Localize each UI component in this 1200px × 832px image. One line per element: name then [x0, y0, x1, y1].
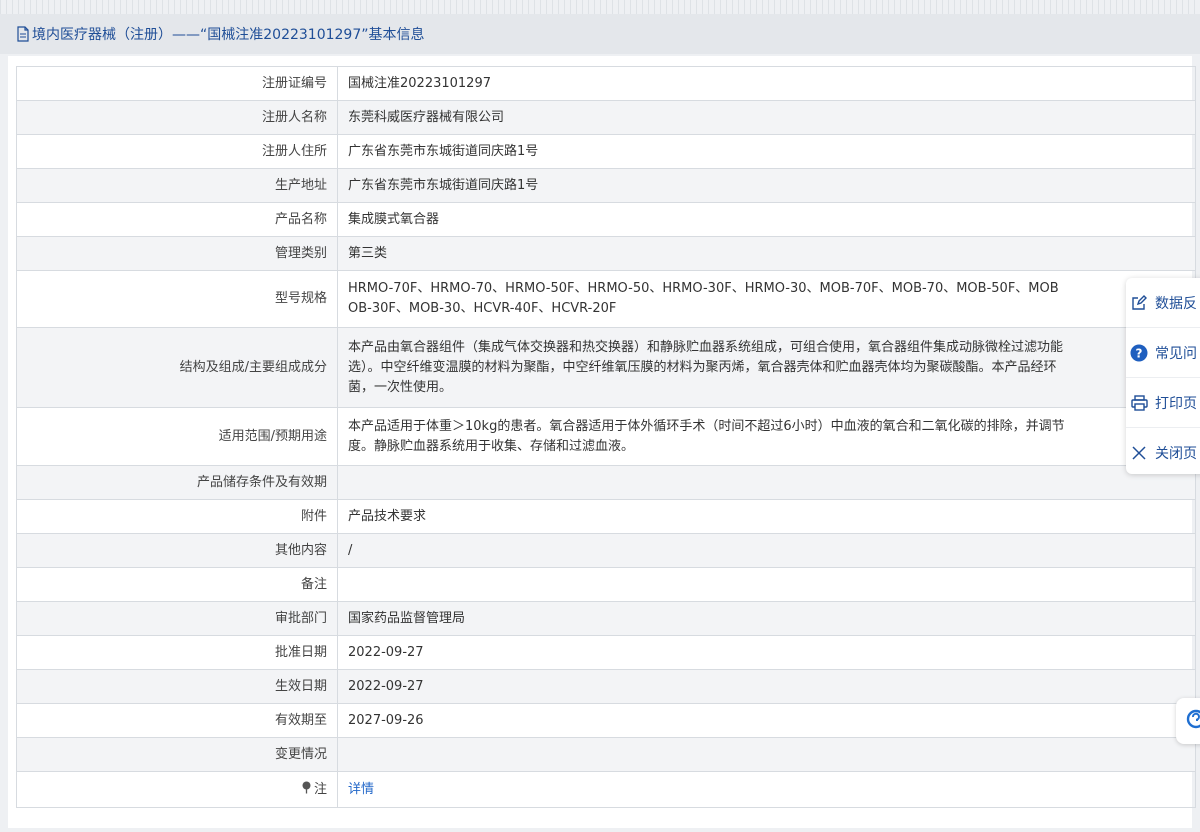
- field-value: [337, 737, 1196, 772]
- field-label: 有效期至: [16, 703, 338, 738]
- field-value: 2022-09-27: [337, 635, 1196, 670]
- close-page-label: 关闭页: [1155, 445, 1197, 462]
- table-row: 生产地址 广东省东莞市东城街道同庆路1号: [16, 168, 1196, 203]
- field-value: 广东省东莞市东城街道同庆路1号: [337, 134, 1196, 169]
- table-row: 结构及组成/主要组成成分 本产品由氧合器组件（集成气体交换器和热交换器）和静脉贮…: [16, 327, 1196, 408]
- field-value: 国家药品监督管理局: [337, 601, 1196, 636]
- info-table: 注册证编号 国械注准20223101297 注册人名称 东莞科威医疗器械有限公司…: [16, 66, 1196, 808]
- table-row: 产品储存条件及有效期: [16, 465, 1196, 500]
- table-row: 生效日期 2022-09-27: [16, 669, 1196, 704]
- field-label: 变更情况: [16, 737, 338, 772]
- table-row: 附件 产品技术要求: [16, 499, 1196, 534]
- table-row: 注 详情: [16, 771, 1196, 808]
- field-label: 产品名称: [16, 202, 338, 237]
- table-row: 审批部门 国家药品监督管理局: [16, 601, 1196, 636]
- close-icon: [1130, 444, 1148, 462]
- field-label: 注册人名称: [16, 100, 338, 135]
- document-icon: [16, 26, 30, 42]
- field-label: 适用范围/预期用途: [16, 407, 338, 466]
- field-label: 产品储存条件及有效期: [16, 465, 338, 500]
- close-page-button[interactable]: 关闭页: [1126, 428, 1200, 474]
- help-icon: ?: [1130, 344, 1148, 362]
- field-value: 国械注准20223101297: [337, 66, 1196, 101]
- value-line: 度。静脉贮血器系统用于收集、存储和过滤血液。: [348, 438, 635, 454]
- field-label: 型号规格: [16, 270, 338, 328]
- field-value: HRMO-70F、HRMO-70、HRMO-50F、HRMO-50、HRMO-3…: [337, 270, 1196, 328]
- info-panel: 注册证编号 国械注准20223101297 注册人名称 东莞科威医疗器械有限公司…: [8, 56, 1196, 828]
- field-value: 广东省东莞市东城街道同庆路1号: [337, 168, 1196, 203]
- table-row: 注册人名称 东莞科威医疗器械有限公司: [16, 100, 1196, 135]
- value-line: HRMO-70F、HRMO-70、HRMO-50F、HRMO-50、HRMO-3…: [348, 281, 1059, 296]
- field-value: [337, 465, 1196, 500]
- table-row: 其他内容 /: [16, 533, 1196, 568]
- value-line: 菌，一次性使用。: [348, 379, 453, 395]
- field-value: 第三类: [337, 236, 1196, 271]
- value-line: 本产品适用于体重＞10kg的患者。氧合器适用于体外循环手术（时间不超过6小时）中…: [348, 418, 1065, 434]
- note-label: 注: [313, 781, 327, 797]
- svg-text:?: ?: [1136, 346, 1143, 360]
- field-value: /: [337, 533, 1196, 568]
- field-value: 东莞科威医疗器械有限公司: [337, 100, 1196, 135]
- value-line: 选）。中空纤维变温膜的材料为聚酯，中空纤维氧压膜的材料为聚丙烯，氧合器壳体和贮血…: [348, 359, 1057, 375]
- field-label: 生效日期: [16, 669, 338, 704]
- table-row: 型号规格 HRMO-70F、HRMO-70、HRMO-50F、HRMO-50、H…: [16, 270, 1196, 328]
- print-button[interactable]: 打印页: [1126, 378, 1200, 428]
- page-title: 境内医疗器械（注册）——“国械注准20223101297”基本信息: [32, 27, 425, 43]
- pin-icon: [301, 781, 312, 794]
- page-header: 境内医疗器械（注册）——“国械注准20223101297”基本信息: [0, 14, 1200, 54]
- floating-action-menu: 数据反 ? 常见问 打印页 关闭页: [1126, 278, 1200, 474]
- faq-button[interactable]: ? 常见问: [1126, 328, 1200, 378]
- feedback-label: 数据反: [1155, 295, 1197, 312]
- field-value: 本产品由氧合器组件（集成气体交换器和热交换器）和静脉贮血器系统组成，可组合使用，…: [337, 327, 1196, 408]
- field-label: 审批部门: [16, 601, 338, 636]
- table-row: 适用范围/预期用途 本产品适用于体重＞10kg的患者。氧合器适用于体外循环手术（…: [16, 407, 1196, 466]
- faq-label: 常见问: [1155, 345, 1197, 362]
- edit-icon: [1130, 294, 1148, 312]
- field-label: 生产地址: [16, 168, 338, 203]
- field-value: 2022-09-27: [337, 669, 1196, 704]
- print-label: 打印页: [1155, 395, 1197, 412]
- feedback-button[interactable]: 数据反: [1126, 278, 1200, 328]
- field-label: 注: [16, 771, 338, 808]
- field-label: 备注: [16, 567, 338, 602]
- details-link[interactable]: 详情: [348, 782, 374, 797]
- field-value: [337, 567, 1196, 602]
- field-label: 结构及组成/主要组成成分: [16, 327, 338, 408]
- value-line: 本产品由氧合器组件（集成气体交换器和热交换器）和静脉贮血器系统组成，可组合使用，…: [348, 339, 1064, 355]
- table-row: 有效期至 2027-09-26: [16, 703, 1196, 738]
- field-value: 详情: [337, 771, 1196, 808]
- field-value: 产品技术要求: [337, 499, 1196, 534]
- field-label: 批准日期: [16, 635, 338, 670]
- field-label: 注册证编号: [16, 66, 338, 101]
- field-value: 集成膜式氧合器: [337, 202, 1196, 237]
- print-icon: [1130, 394, 1148, 412]
- table-row: 注册人住所 广东省东莞市东城街道同庆路1号: [16, 134, 1196, 169]
- table-row: 批准日期 2022-09-27: [16, 635, 1196, 670]
- field-value: 本产品适用于体重＞10kg的患者。氧合器适用于体外循环手术（时间不超过6小时）中…: [337, 407, 1196, 466]
- field-label: 附件: [16, 499, 338, 534]
- field-label: 注册人住所: [16, 134, 338, 169]
- value-line: OB-30F、MOB-30、HCVR-40F、HCVR-20F: [348, 301, 617, 316]
- table-row: 变更情况: [16, 737, 1196, 772]
- table-row: 产品名称 集成膜式氧合器: [16, 202, 1196, 237]
- field-label: 其他内容: [16, 533, 338, 568]
- table-row: 备注: [16, 567, 1196, 602]
- top-dotted-border: [0, 0, 1200, 14]
- field-label: 管理类别: [16, 236, 338, 271]
- table-row: 管理类别 第三类: [16, 236, 1196, 271]
- table-row: 注册证编号 国械注准20223101297: [16, 66, 1196, 101]
- side-help-tab[interactable]: [1176, 698, 1200, 744]
- assistant-icon: [1186, 709, 1200, 733]
- field-value: 2027-09-26: [337, 703, 1196, 738]
